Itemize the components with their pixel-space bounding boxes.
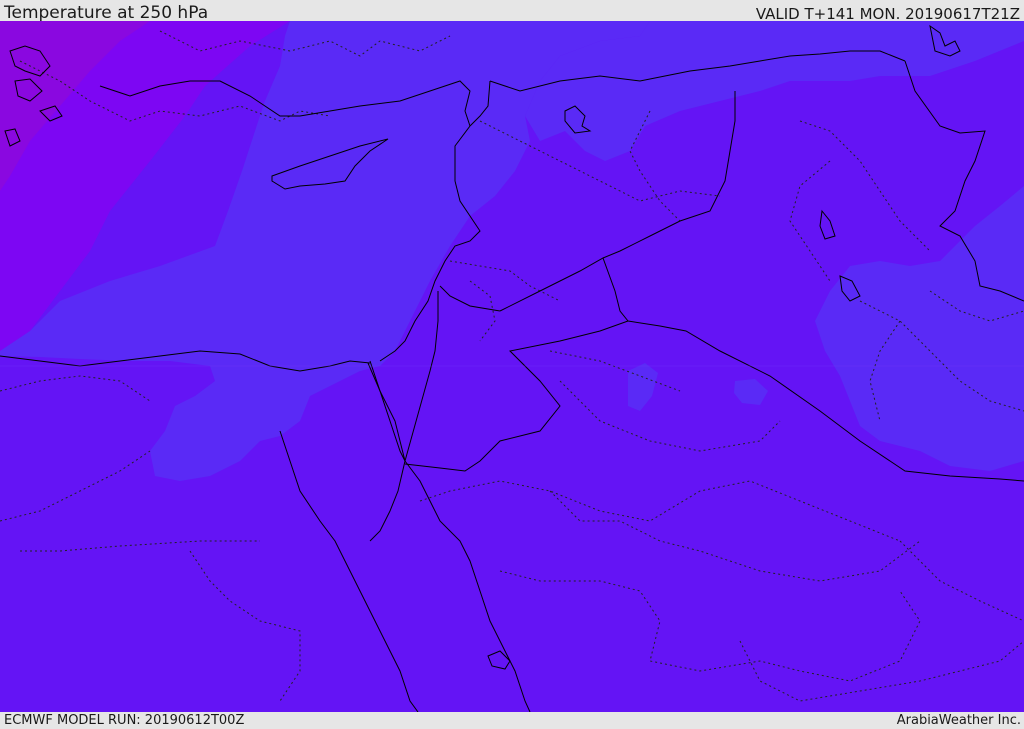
- map-title: Temperature at 250 hPa: [4, 3, 209, 23]
- credit-label: ArabiaWeather Inc.: [896, 713, 1021, 728]
- temperature-map: [0, 21, 1024, 712]
- header-bar: Temperature at 250 hPa VALID T+141 MON. …: [0, 0, 1024, 23]
- model-run-label: ECMWF MODEL RUN: 20190612T00Z: [4, 713, 245, 728]
